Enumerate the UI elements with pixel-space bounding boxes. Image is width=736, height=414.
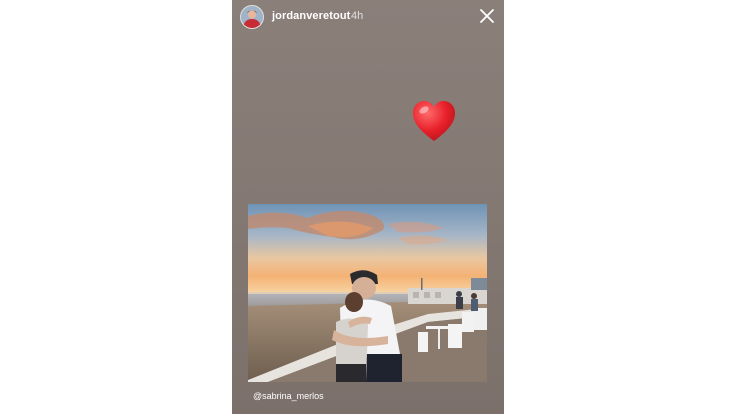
- story-username[interactable]: jordanveretout: [272, 10, 350, 22]
- avatar-image: [241, 6, 263, 28]
- profile-avatar[interactable]: [241, 6, 263, 28]
- story-photo: [248, 204, 487, 382]
- close-icon[interactable]: [479, 8, 495, 24]
- story-header: jordanveretout 4h: [232, 0, 504, 34]
- story-mention[interactable]: @sabrina_merlos: [253, 391, 324, 401]
- heart-icon: [411, 99, 457, 145]
- story-timestamp: 4h: [351, 10, 364, 22]
- story-viewer[interactable]: jordanveretout 4h @sabrina_merlos: [232, 0, 504, 414]
